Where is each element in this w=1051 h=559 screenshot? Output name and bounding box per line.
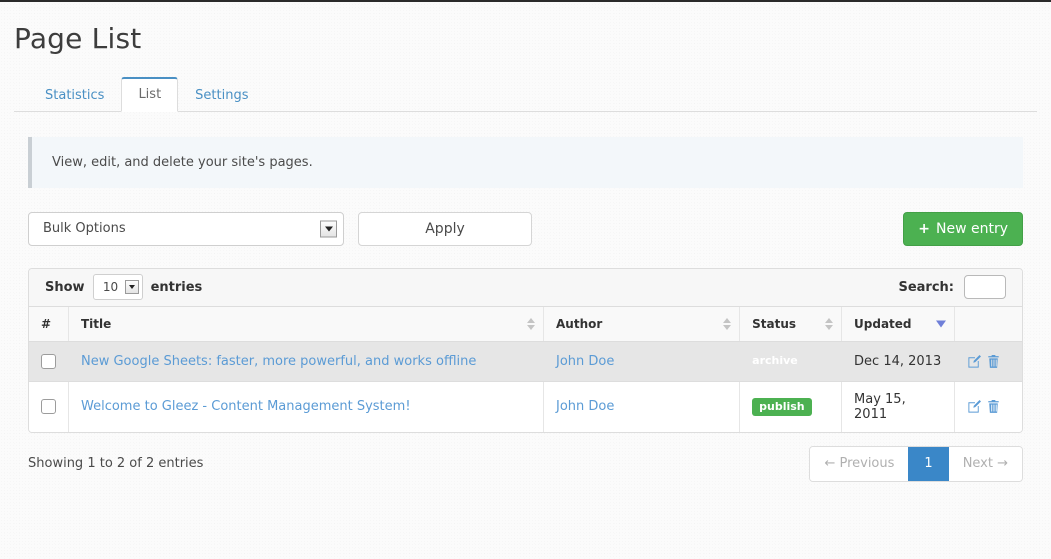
pagination-page-1[interactable]: 1	[908, 446, 949, 481]
new-entry-button[interactable]: + New entry	[903, 211, 1023, 246]
tab-bar: Statistics List Settings	[14, 76, 1037, 112]
apply-button[interactable]: Apply	[358, 211, 532, 246]
show-label: Show	[45, 279, 85, 295]
info-alert-text: View, edit, and delete your site's pages…	[52, 154, 313, 170]
page-length-value: 10	[102, 280, 119, 295]
column-header-updated[interactable]: Updated	[841, 306, 956, 342]
page-title: Page List	[14, 22, 142, 55]
page-length-select[interactable]: 10	[92, 274, 143, 301]
column-label-title: Title	[81, 316, 112, 331]
row-checkbox[interactable]	[41, 399, 56, 415]
entries-info: Showing 1 to 2 of 2 entries	[28, 456, 204, 472]
search-input[interactable]	[964, 275, 1006, 300]
column-label-updated: Updated	[854, 316, 912, 331]
column-label-number: #	[41, 316, 52, 331]
tab-list[interactable]: List	[121, 76, 179, 112]
row-updated-cell: Dec 14, 2013	[841, 341, 956, 382]
table-panel: Show 10 entries Search: # Title Author S…	[28, 267, 1023, 433]
row-title-cell: New Google Sheets: faster, more powerful…	[68, 341, 545, 382]
plus-icon: +	[918, 220, 930, 237]
chevron-down-icon[interactable]	[320, 220, 337, 238]
tab-statistics[interactable]: Statistics	[28, 78, 121, 112]
table-controls: Show 10 entries Search:	[29, 268, 1022, 307]
row-author-cell: John Doe	[543, 381, 741, 432]
pagination-next[interactable]: Next →	[948, 446, 1022, 481]
author-link[interactable]: John Doe	[556, 399, 614, 414]
sort-indicator-title[interactable]	[527, 317, 536, 330]
column-header-title[interactable]: Title	[68, 306, 545, 342]
page-length-control: Show 10 entries	[45, 274, 203, 301]
page-container: Page List Statistics List Settings View,…	[14, 2, 1037, 482]
page-list-table: # Title Author Status Updated New Google…	[29, 306, 1022, 432]
page-title-link[interactable]: Welcome to Gleez - Content Management Sy…	[81, 399, 411, 414]
chevron-down-icon[interactable]	[124, 280, 139, 295]
row-checkbox[interactable]	[41, 353, 56, 369]
table-footer: Showing 1 to 2 of 2 entries ← Previous 1…	[28, 445, 1023, 482]
search-control: Search:	[898, 275, 1006, 300]
edit-icon[interactable]	[967, 399, 982, 414]
row-select-cell	[29, 381, 69, 432]
pagination: ← Previous 1 Next →	[809, 445, 1023, 482]
new-entry-label: New entry	[935, 220, 1008, 237]
entries-label: entries	[150, 279, 203, 295]
column-label-author: Author	[556, 316, 603, 331]
row-title-cell: Welcome to Gleez - Content Management Sy…	[68, 381, 545, 432]
column-header-status[interactable]: Status	[739, 306, 843, 342]
bulk-options-value: Bulk Options	[43, 221, 126, 237]
tab-settings[interactable]: Settings	[178, 78, 265, 112]
pagination-previous[interactable]: ← Previous	[810, 446, 909, 481]
row-select-cell	[29, 341, 69, 382]
row-author-cell: John Doe	[543, 341, 741, 382]
table-header: # Title Author Status Updated	[29, 306, 1022, 342]
table-header-row: # Title Author Status Updated	[29, 306, 1022, 342]
bulk-options-select[interactable]: Bulk Options	[28, 211, 344, 246]
delete-icon[interactable]	[987, 354, 1000, 369]
table-row: New Google Sheets: faster, more powerful…	[29, 341, 1022, 382]
column-header-actions	[954, 306, 1022, 342]
sort-indicator-status[interactable]	[825, 317, 834, 330]
table-body: New Google Sheets: faster, more powerful…	[29, 341, 1022, 432]
row-actions-cell	[954, 341, 1022, 382]
row-updated-cell: May 15, 2011	[841, 381, 956, 432]
search-label: Search:	[898, 279, 954, 295]
table-row: Welcome to Gleez - Content Management Sy…	[29, 381, 1022, 432]
row-actions-cell	[954, 381, 1022, 432]
sort-indicator-updated-desc[interactable]	[936, 320, 947, 328]
column-header-number[interactable]: #	[29, 306, 69, 342]
info-alert: View, edit, and delete your site's pages…	[28, 136, 1023, 188]
row-status-cell: publish	[739, 381, 843, 432]
edit-icon[interactable]	[967, 354, 982, 369]
author-link[interactable]: John Doe	[556, 354, 614, 369]
column-label-status: Status	[752, 316, 797, 331]
bulk-action-toolbar: Bulk Options Apply + New entry	[28, 211, 1023, 246]
sort-indicator-author[interactable]	[723, 317, 732, 330]
status-badge: archive	[752, 354, 798, 368]
delete-icon[interactable]	[987, 399, 1000, 414]
status-badge: publish	[752, 397, 812, 416]
page-title-link[interactable]: New Google Sheets: faster, more powerful…	[81, 354, 476, 369]
row-status-cell: archive	[739, 341, 843, 382]
column-header-author[interactable]: Author	[543, 306, 741, 342]
